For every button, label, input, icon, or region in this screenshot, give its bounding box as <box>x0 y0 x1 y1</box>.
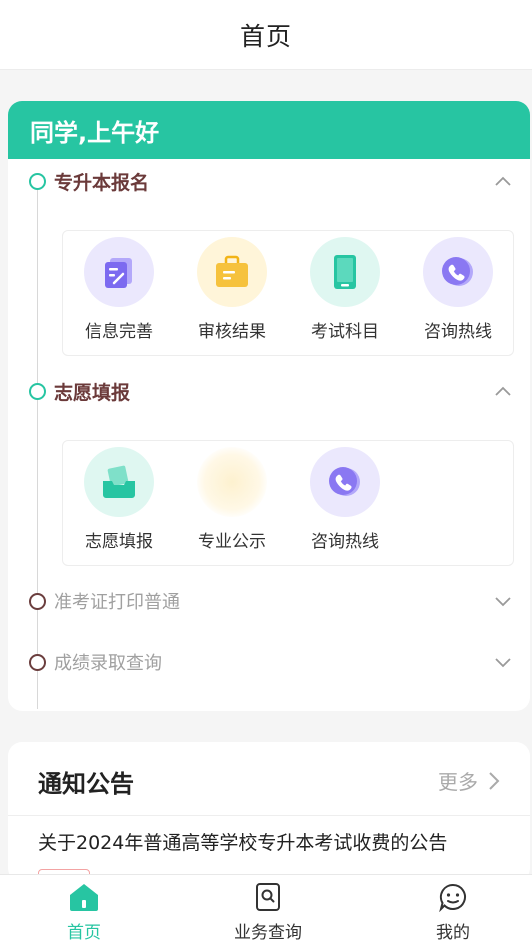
chevron-up-icon[interactable] <box>492 170 514 192</box>
chevron-down-icon[interactable] <box>492 590 514 612</box>
tile-hotline[interactable]: 咨询热线 <box>408 237 508 351</box>
top-bar: 首页 <box>0 0 532 70</box>
bottom-tab-bar: 首页 业务查询 我的 <box>0 874 532 944</box>
tile-label: 信息完善 <box>85 322 153 342</box>
notice-item[interactable]: 关于2024年普通高等学校专升本考试收费的公告 <box>38 828 447 855</box>
tile-label: 考试科目 <box>311 322 379 342</box>
section-title: 专升本报名 <box>54 171 150 194</box>
tile-label: 审核结果 <box>198 322 266 342</box>
notice-card: 通知公告 更多 关于2024年普通高等学校专升本考试收费的公告 <box>8 742 530 882</box>
blurred-icon <box>197 447 267 517</box>
tile-volunteer-fill[interactable]: 志愿填报 <box>69 447 169 561</box>
registration-grid: 信息完善 审核结果 考试科目 咨询热线 <box>62 230 514 356</box>
tile-label: 专业公示 <box>198 532 266 552</box>
inbox-edit-icon <box>84 447 154 517</box>
section-header-score-query[interactable]: 成绩录取查询 <box>8 642 530 682</box>
section-header-volunteer[interactable]: 志愿填报 <box>8 371 530 411</box>
home-icon <box>67 881 101 912</box>
tab-mine[interactable]: 我的 <box>393 881 513 943</box>
search-document-icon <box>251 881 285 912</box>
tile-review-result[interactable]: 审核结果 <box>182 237 282 351</box>
edit-document-icon <box>84 237 154 307</box>
section-title: 志愿填报 <box>54 381 131 404</box>
tile-hotline[interactable]: 咨询热线 <box>295 447 395 561</box>
chevron-right-icon <box>489 771 500 790</box>
chevron-up-icon[interactable] <box>492 380 514 402</box>
tab-business-query[interactable]: 业务查询 <box>208 881 328 943</box>
tile-label: 志愿填报 <box>85 532 153 552</box>
tab-label: 我的 <box>436 923 470 943</box>
tile-info-complete[interactable]: 信息完善 <box>69 237 169 351</box>
briefcase-icon <box>197 237 267 307</box>
section-title: 准考证打印普通 <box>54 592 180 613</box>
more-label: 更多 <box>438 770 478 794</box>
tile-major-announcement[interactable]: 专业公示 <box>182 447 282 561</box>
tab-label: 首页 <box>67 923 101 943</box>
timeline-dot <box>29 172 46 190</box>
phone-icon <box>310 447 380 517</box>
section-header-admission-ticket[interactable]: 准考证打印普通 <box>8 581 530 621</box>
tile-label: 咨询热线 <box>424 322 492 342</box>
section-header-registration[interactable]: 专升本报名 <box>8 161 530 201</box>
tile-label: 咨询热线 <box>311 532 379 552</box>
timeline-line <box>37 181 38 709</box>
smiley-chat-icon <box>436 881 470 912</box>
timeline-dot <box>29 382 46 400</box>
divider <box>8 815 530 816</box>
tab-label: 业务查询 <box>234 923 302 943</box>
more-link[interactable]: 更多 <box>438 766 500 795</box>
section-title: 成绩录取查询 <box>54 653 162 674</box>
phone-icon <box>423 237 493 307</box>
notice-title: 通知公告 <box>38 770 134 798</box>
tile-exam-subjects[interactable]: 考试科目 <box>295 237 395 351</box>
application-card: 同学,上午好 专升本报名 信息完善 审核结果 考试科目 咨询热线 志愿填报 志愿… <box>8 101 530 711</box>
tablet-icon <box>310 237 380 307</box>
tab-home[interactable]: 首页 <box>24 881 144 943</box>
greeting-banner: 同学,上午好 <box>8 101 530 159</box>
greeting-text: 同学,上午好 <box>30 118 160 147</box>
page-title: 首页 <box>239 21 292 51</box>
volunteer-grid: 志愿填报 专业公示 咨询热线 <box>62 440 514 566</box>
chevron-down-icon[interactable] <box>492 651 514 673</box>
timeline-dot <box>29 592 46 610</box>
timeline-dot <box>29 653 46 671</box>
